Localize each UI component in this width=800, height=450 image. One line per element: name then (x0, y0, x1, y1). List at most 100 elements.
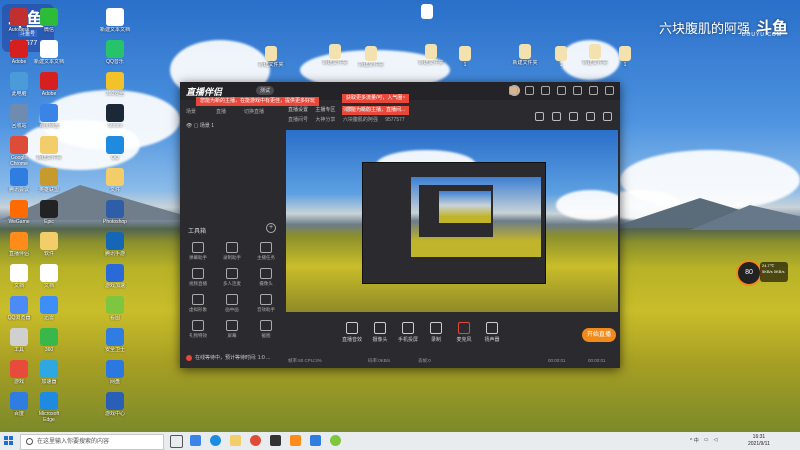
folder-icon[interactable]: 1 (546, 46, 576, 74)
desktop-icon[interactable]: Epic (34, 200, 64, 231)
fullscreen-icon[interactable] (586, 112, 595, 121)
desktop-icon[interactable]: Steam (100, 104, 130, 135)
desktop-icon[interactable]: 此电脑 (4, 72, 34, 103)
desktop-icon[interactable]: 百度 (4, 392, 34, 423)
desktop-icon[interactable]: 文档 (4, 264, 34, 295)
folder-icon[interactable]: 1 (610, 46, 640, 74)
toolbox-item[interactable]: 摄像头 (252, 268, 280, 287)
maximize-icon[interactable] (589, 86, 598, 95)
tab-messages[interactable]: 消息 (360, 107, 370, 113)
share-icon[interactable] (603, 112, 612, 121)
live-companion-taskbar-icon[interactable] (290, 435, 301, 446)
folder-icon[interactable]: 新建文件夹 (356, 46, 386, 74)
desktop-icon[interactable]: QQ浏览器 (4, 296, 34, 327)
folder-icon[interactable]: 新建文件夹 (320, 44, 350, 72)
tab-scene[interactable]: 场景 (186, 108, 196, 115)
desktop-icon[interactable]: 360安全 (100, 72, 130, 103)
desktop-icon[interactable]: 百度网盘 (34, 104, 64, 135)
folder-icon[interactable]: 1 (450, 46, 480, 74)
folder-icon[interactable] (412, 4, 442, 19)
tab-live-settings[interactable]: 直播设置 (288, 107, 308, 113)
tab-streamer-zone[interactable]: 主播专区 (315, 107, 335, 113)
desktop-icon[interactable]: Photoshop (100, 200, 130, 231)
performance-gauge[interactable]: 80 (736, 260, 762, 286)
tab-live[interactable]: 直播 (216, 108, 226, 115)
desktop-icon[interactable]: 游戏 (4, 360, 34, 391)
desktop-icon[interactable]: Microsoft Edge (34, 392, 64, 423)
toolbox-item[interactable]: 录制助手 (218, 242, 246, 261)
volume-icon[interactable]: ◁ (713, 437, 717, 444)
desktop-icon[interactable]: 直播伴侣 (4, 232, 34, 263)
desktop-icon[interactable]: 腾讯手游 (100, 232, 130, 263)
desktop-icon[interactable]: WeGame (4, 200, 34, 231)
toolbox-item[interactable]: 虚拟形象 (184, 294, 212, 313)
folder-icon[interactable]: 新建文件夹 (256, 46, 286, 74)
task-view-icon[interactable] (170, 435, 183, 448)
desktop-icon[interactable]: 安全卫士 (100, 328, 130, 359)
message-icon[interactable] (525, 86, 534, 95)
desktop-icon[interactable]: 腾讯会议 (4, 168, 34, 199)
scene-item[interactable]: 👁 ▢ 场景 1 (186, 122, 214, 129)
effects-button[interactable]: 直播音效 (338, 322, 366, 343)
shield-icon[interactable] (310, 435, 321, 446)
tab-switch[interactable]: 切换直播 (244, 108, 264, 115)
desktop-icon[interactable]: 游戏加速 (100, 264, 130, 295)
desktop-icon[interactable]: 360 (34, 328, 64, 359)
minimize-icon[interactable] (573, 86, 582, 95)
browser-icon[interactable] (210, 435, 221, 446)
desktop-icon[interactable]: Autodesk (4, 8, 34, 39)
desktop-icon[interactable]: 文档 (34, 264, 64, 295)
notice-banner-2[interactable]: 获取更多流量/可，入气圈~ (342, 94, 410, 103)
record-button[interactable]: 录制 (422, 322, 450, 343)
chrome-icon[interactable] (250, 435, 261, 446)
desktop-icon[interactable]: 英雄联盟 (34, 168, 64, 199)
network-icon[interactable]: ▭ (704, 437, 709, 444)
crop-icon[interactable] (569, 112, 578, 121)
folder-icon[interactable]: 新建文件夹 (416, 44, 446, 72)
mic-button[interactable]: 麦克风 (450, 322, 478, 343)
settings-icon[interactable] (541, 86, 550, 95)
tab-danmaku[interactable]: 弹幕 (343, 107, 353, 113)
desktop-icon[interactable]: QQ音乐 (100, 40, 130, 71)
speaker-button[interactable]: 扬声器 (478, 322, 506, 343)
windows-start-icon[interactable] (4, 436, 14, 446)
desktop-icon[interactable]: 工具 (4, 328, 34, 359)
desktop-icon[interactable]: 新建文件夹 (34, 136, 64, 167)
desktop-icon[interactable]: Adobe (34, 72, 64, 103)
toolbox-item[interactable]: 画中画 (218, 294, 246, 313)
app-icon[interactable] (270, 435, 281, 446)
start-live-button[interactable]: 开始直播 (582, 328, 616, 342)
desktop-icon[interactable]: 游戏中心 (100, 392, 130, 423)
toolbox-item[interactable]: 礼物特效 (184, 320, 212, 339)
mirror-button[interactable]: 手机投屏 (394, 322, 422, 343)
desktop-icon[interactable]: 加速器 (34, 360, 64, 391)
explorer-icon[interactable] (230, 435, 241, 446)
toolbox-item[interactable]: 多人连麦 (218, 268, 246, 287)
desktop-icon[interactable]: 软件 (34, 232, 64, 263)
desktop-icon[interactable]: 新建文本文档 (34, 40, 64, 71)
desktop-icon[interactable]: 新建文本文档 (100, 8, 130, 39)
add-tool-icon[interactable]: + (266, 223, 276, 233)
folder-icon[interactable]: 新建文件夹 (580, 44, 610, 72)
toolbox-item[interactable]: 弹幕助手 (184, 242, 212, 261)
layout-icon[interactable] (535, 112, 544, 121)
folder-icon[interactable]: 新建文件夹 (510, 44, 540, 72)
taskbar-search[interactable]: 在这里输入你要搜索的内容 (20, 434, 164, 450)
edge-icon[interactable] (190, 435, 201, 446)
system-tray[interactable]: ^ 中 ▭ ◁ (690, 437, 717, 444)
lock-icon[interactable] (552, 112, 561, 121)
taskbar-clock[interactable]: 16:31 2021/9/11 (748, 434, 770, 448)
desktop-icon[interactable]: Google Chrome (4, 136, 34, 167)
menu-icon[interactable] (557, 86, 566, 95)
desktop-icon[interactable]: 迅雷 (34, 296, 64, 327)
desktop-icon[interactable]: Adobe (4, 40, 34, 71)
desktop-icon[interactable]: 微信 (34, 8, 64, 39)
desktop-icon[interactable]: 回收站 (4, 104, 34, 135)
camera-button[interactable]: 摄像头 (366, 322, 394, 343)
toolbox-item[interactable]: 屏幕 (218, 320, 246, 339)
toolbox-item[interactable]: 视频直播 (184, 268, 212, 287)
stream-preview[interactable] (286, 130, 618, 312)
desktop-icon[interactable]: QQ (100, 136, 130, 167)
toolbox-item[interactable]: 音效助手 (252, 294, 280, 313)
toolbox-item[interactable]: 截图 (252, 320, 280, 339)
